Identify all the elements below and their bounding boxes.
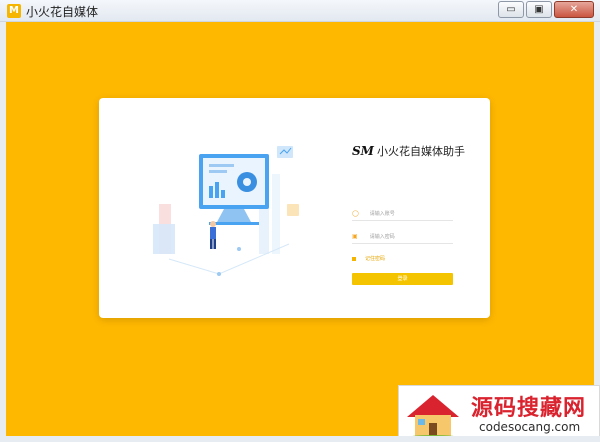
lock-icon: ▣ — [352, 233, 358, 240]
title-bar: M 小火花自媒体 ▭ ▣ ✕ — [0, 0, 600, 22]
brand: SM 小火花自媒体助手 — [352, 143, 465, 159]
window-border-right — [594, 22, 600, 442]
window-controls: ▭ ▣ ✕ — [498, 1, 594, 18]
password-input[interactable] — [369, 230, 453, 243]
remember-label: 记住密码 — [365, 256, 386, 262]
watermark-subtitle: codesocang.com — [479, 420, 581, 434]
remember-password[interactable]: 记住密码 — [352, 255, 385, 262]
brand-logo: SM — [352, 144, 374, 158]
login-button[interactable]: 登录 — [352, 273, 453, 285]
brand-name: 小火花自媒体助手 — [376, 145, 465, 158]
monitor-icon — [199, 154, 269, 225]
watermark-title: 源码搜藏网 — [471, 395, 587, 421]
account-field: ◯ — [352, 207, 453, 221]
iso-platform — [168, 243, 290, 276]
person-icon — [210, 221, 216, 249]
login-card: SM 小火花自媒体助手 ◯ ▣ 记住密码 登录 — [99, 98, 490, 318]
watermark: 源码搜藏网 codesocang.com — [398, 385, 600, 442]
maximize-button[interactable]: ▣ — [526, 1, 552, 18]
window-title: 小火花自媒体 — [26, 5, 99, 19]
dashboard-illustration — [153, 146, 299, 276]
house-logo-icon — [405, 395, 461, 441]
account-input[interactable] — [369, 207, 453, 220]
app-logo-icon: M — [7, 4, 21, 18]
remember-checkbox[interactable] — [352, 256, 356, 261]
minimize-button[interactable]: ▭ — [498, 1, 524, 18]
window-border-bottom — [0, 436, 600, 442]
user-icon: ◯ — [352, 210, 359, 217]
floating-cards — [277, 146, 299, 216]
close-button[interactable]: ✕ — [554, 1, 594, 18]
password-field: ▣ — [352, 230, 453, 244]
